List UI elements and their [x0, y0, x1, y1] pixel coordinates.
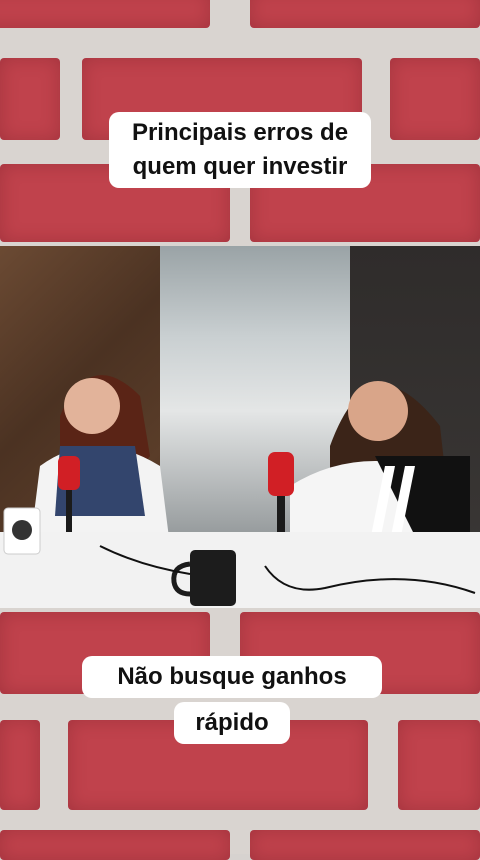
desk — [0, 532, 480, 608]
video-frame — [0, 246, 480, 608]
brick — [398, 720, 480, 810]
brick — [0, 720, 40, 810]
brick — [250, 0, 480, 28]
brick — [0, 830, 230, 860]
title-line-1: Principais erros de — [131, 119, 349, 146]
brick — [0, 58, 60, 140]
title-line-2: quem quer investir — [132, 153, 348, 180]
subtitle-line-1: Não busque ganhos — [117, 663, 347, 690]
brick — [0, 0, 210, 28]
podcast-scene — [0, 375, 480, 608]
subtitle-caption-line-2: rápido — [174, 702, 290, 744]
subtitle-caption-line-1: Não busque ganhos — [82, 656, 382, 698]
subtitle-line-2: rápido — [195, 709, 269, 736]
white-mug — [3, 507, 41, 555]
left-host-figure — [30, 375, 170, 546]
brick — [390, 58, 480, 140]
brick — [250, 830, 480, 860]
title-caption: Principais erros de quem quer investir — [109, 112, 371, 188]
